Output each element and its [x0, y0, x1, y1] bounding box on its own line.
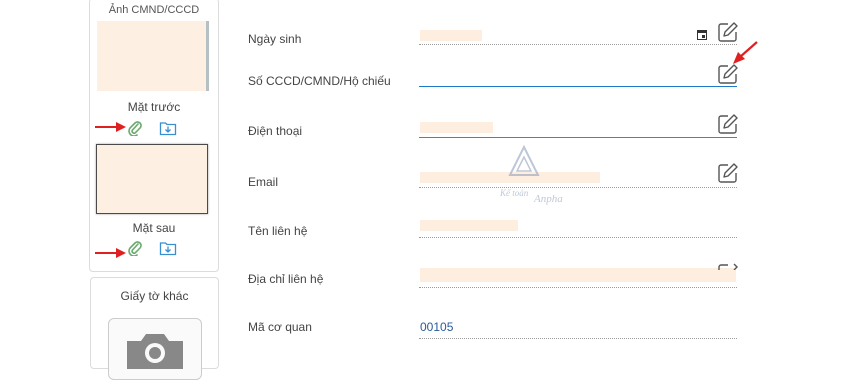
- watermark-logo: Kế toán Anpha: [496, 143, 576, 207]
- contact-name-input[interactable]: [419, 237, 737, 238]
- front-side-label: Mặt trước: [127, 100, 181, 114]
- field-label-email: Email: [248, 175, 279, 189]
- id-card-panel: Ảnh CMND/CCCD Mặt trước Mặt sau: [89, 0, 219, 272]
- id-back-thumbnail[interactable]: [96, 144, 208, 214]
- edit-pencil-icon[interactable]: [717, 262, 739, 270]
- watermark-text-b: Anpha: [534, 193, 563, 205]
- phone-input[interactable]: [419, 137, 737, 138]
- red-arrow-annotation: [733, 41, 758, 64]
- camera-upload-box[interactable]: [108, 318, 202, 380]
- download-icon[interactable]: [159, 120, 177, 136]
- contact-address-input[interactable]: [419, 287, 737, 288]
- edit-pencil-icon[interactable]: [717, 162, 739, 184]
- field-label-id-number: Số CCCD/CMND/Hộ chiếu: [248, 74, 391, 88]
- calendar-icon[interactable]: [697, 29, 707, 40]
- redacted-value: [420, 122, 493, 133]
- field-label-contact-name: Tên liên hệ: [248, 224, 308, 238]
- other-documents-panel: Giấy tờ khác: [90, 277, 219, 380]
- id-number-input[interactable]: [419, 86, 737, 87]
- redacted-value: [420, 30, 482, 41]
- watermark-text-a: Kế toán: [500, 188, 529, 198]
- back-side-label: Mặt sau: [132, 221, 176, 235]
- agency-code-value: 00105: [420, 320, 454, 334]
- field-label-contact-address: Địa chỉ liên hệ: [248, 272, 324, 286]
- edit-pencil-icon[interactable]: [717, 113, 739, 135]
- redacted-value: [420, 268, 736, 282]
- red-arrow-annotation: [95, 122, 126, 132]
- other-documents-title: Giấy tờ khác: [120, 289, 189, 303]
- camera-icon: [127, 334, 183, 369]
- field-label-dob: Ngày sinh: [248, 32, 302, 46]
- field-label-agency-code: Mã cơ quan: [248, 320, 312, 334]
- id-card-panel-title: Ảnh CMND/CCCD: [108, 4, 200, 16]
- paperclip-icon[interactable]: [127, 120, 143, 136]
- email-input[interactable]: [419, 187, 737, 188]
- paperclip-icon[interactable]: [127, 240, 143, 256]
- red-arrow-annotation: [95, 248, 126, 258]
- field-label-phone: Điện thoại: [248, 124, 303, 138]
- download-icon[interactable]: [159, 240, 177, 256]
- id-front-thumbnail[interactable]: [97, 21, 209, 91]
- agency-code-input[interactable]: [419, 338, 737, 339]
- dob-input[interactable]: [419, 44, 737, 45]
- redacted-value: [420, 220, 518, 231]
